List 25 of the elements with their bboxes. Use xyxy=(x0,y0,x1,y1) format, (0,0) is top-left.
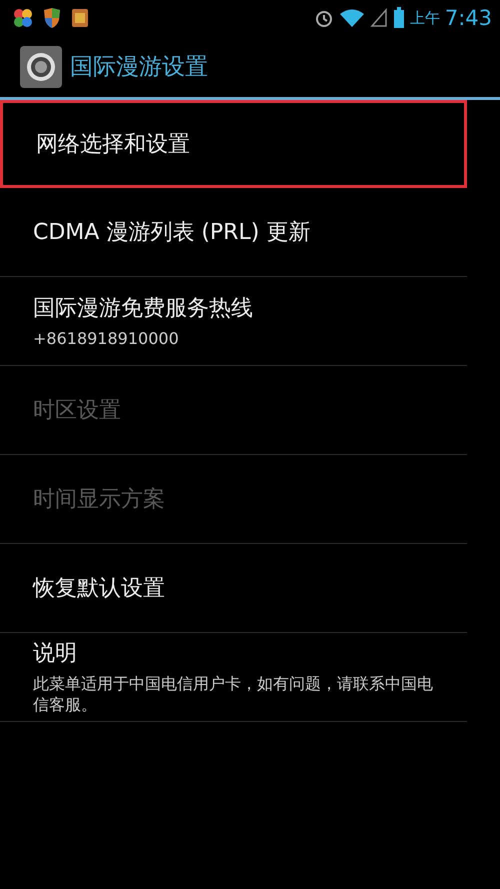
item-summary: 此菜单适用于中国电信用户卡，如有问题，请联系中国电信客服。 xyxy=(33,674,434,716)
shield-icon xyxy=(42,7,62,29)
clock-time: 7:43 xyxy=(444,6,492,30)
item-title: 说明 xyxy=(33,640,78,668)
settings-item[interactable]: 恢复默认设置 xyxy=(0,544,467,633)
clover-icon xyxy=(12,7,34,29)
signal-icon xyxy=(370,8,388,28)
time-period: 上午 xyxy=(410,8,440,28)
item-title: 恢复默认设置 xyxy=(33,575,166,603)
settings-item[interactable]: CDMA 漫游列表 (PRL) 更新 xyxy=(0,188,467,277)
alarm-icon xyxy=(314,8,334,28)
settings-item[interactable]: 说明 此菜单适用于中国电信用户卡，如有问题，请联系中国电信客服。 xyxy=(0,633,467,722)
item-title: 时间显示方案 xyxy=(33,486,166,514)
item-title: CDMA 漫游列表 (PRL) 更新 xyxy=(33,219,312,247)
settings-item[interactable]: 国际漫游免费服务热线 +8618918910000 xyxy=(0,277,467,366)
screen-title: 国际漫游设置 xyxy=(70,53,208,82)
app-icon xyxy=(70,7,90,29)
item-summary: +8618918910000 xyxy=(33,328,180,350)
settings-item[interactable]: 网络选择和设置 xyxy=(0,100,467,188)
item-title: 国际漫游免费服务热线 xyxy=(33,294,254,323)
item-title: 网络选择和设置 xyxy=(36,131,191,159)
item-title: 时区设置 xyxy=(33,397,122,425)
wifi-icon xyxy=(338,8,365,28)
settings-icon xyxy=(20,46,62,88)
battery-icon xyxy=(392,7,405,29)
